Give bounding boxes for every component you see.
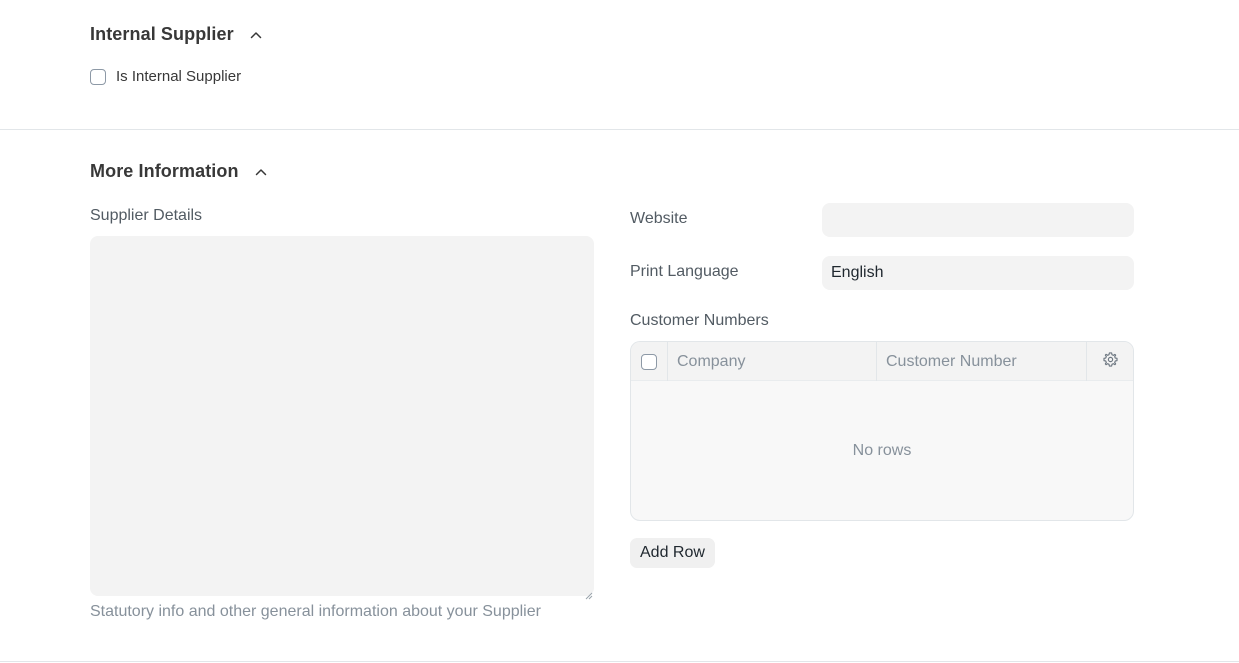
add-row-button[interactable]: Add Row (630, 538, 715, 568)
customer-numbers-table: Company Customer Number No rows (630, 341, 1134, 521)
is-internal-supplier-label: Is Internal Supplier (116, 68, 242, 85)
section-title: Internal Supplier (90, 24, 234, 44)
chevron-up-icon (248, 27, 264, 43)
no-rows-text: No rows (852, 441, 912, 459)
supplier-form-page: Internal Supplier Is Internal Supplier M… (0, 0, 1239, 663)
supplier-details-help: Statutory info and other general informa… (90, 603, 541, 620)
customer-numbers-label: Customer Numbers (630, 312, 769, 329)
supplier-details-label: Supplier Details (90, 207, 203, 224)
internal-supplier-section: Internal Supplier Is Internal Supplier (0, 0, 1239, 130)
print-language-input[interactable]: English (822, 256, 1134, 290)
gear-icon (1102, 351, 1119, 373)
select-all-checkbox[interactable] (641, 353, 657, 370)
website-label: Website (630, 210, 688, 227)
resize-grip-icon[interactable] (585, 587, 593, 600)
section-title: More Information (90, 161, 239, 181)
column-settings-button[interactable] (1087, 342, 1133, 381)
is-internal-supplier-field[interactable]: Is Internal Supplier (90, 68, 241, 85)
print-language-label: Print Language (630, 263, 739, 280)
table-header: Company Customer Number (631, 342, 1133, 381)
table-empty-state: No rows (631, 381, 1133, 520)
more-information-section: More Information Supplier Details Statut… (0, 131, 1239, 662)
print-language-value: English (831, 264, 884, 281)
column-header-company: Company (668, 342, 877, 381)
chevron-up-icon (253, 164, 269, 180)
website-input[interactable] (822, 203, 1134, 237)
column-header-customer-number: Customer Number (877, 342, 1087, 381)
select-all-cell (631, 342, 668, 381)
more-information-header[interactable]: More Information (90, 161, 269, 182)
supplier-details-textarea[interactable] (90, 236, 594, 600)
is-internal-supplier-checkbox[interactable] (90, 68, 106, 85)
internal-supplier-header[interactable]: Internal Supplier (90, 24, 264, 45)
